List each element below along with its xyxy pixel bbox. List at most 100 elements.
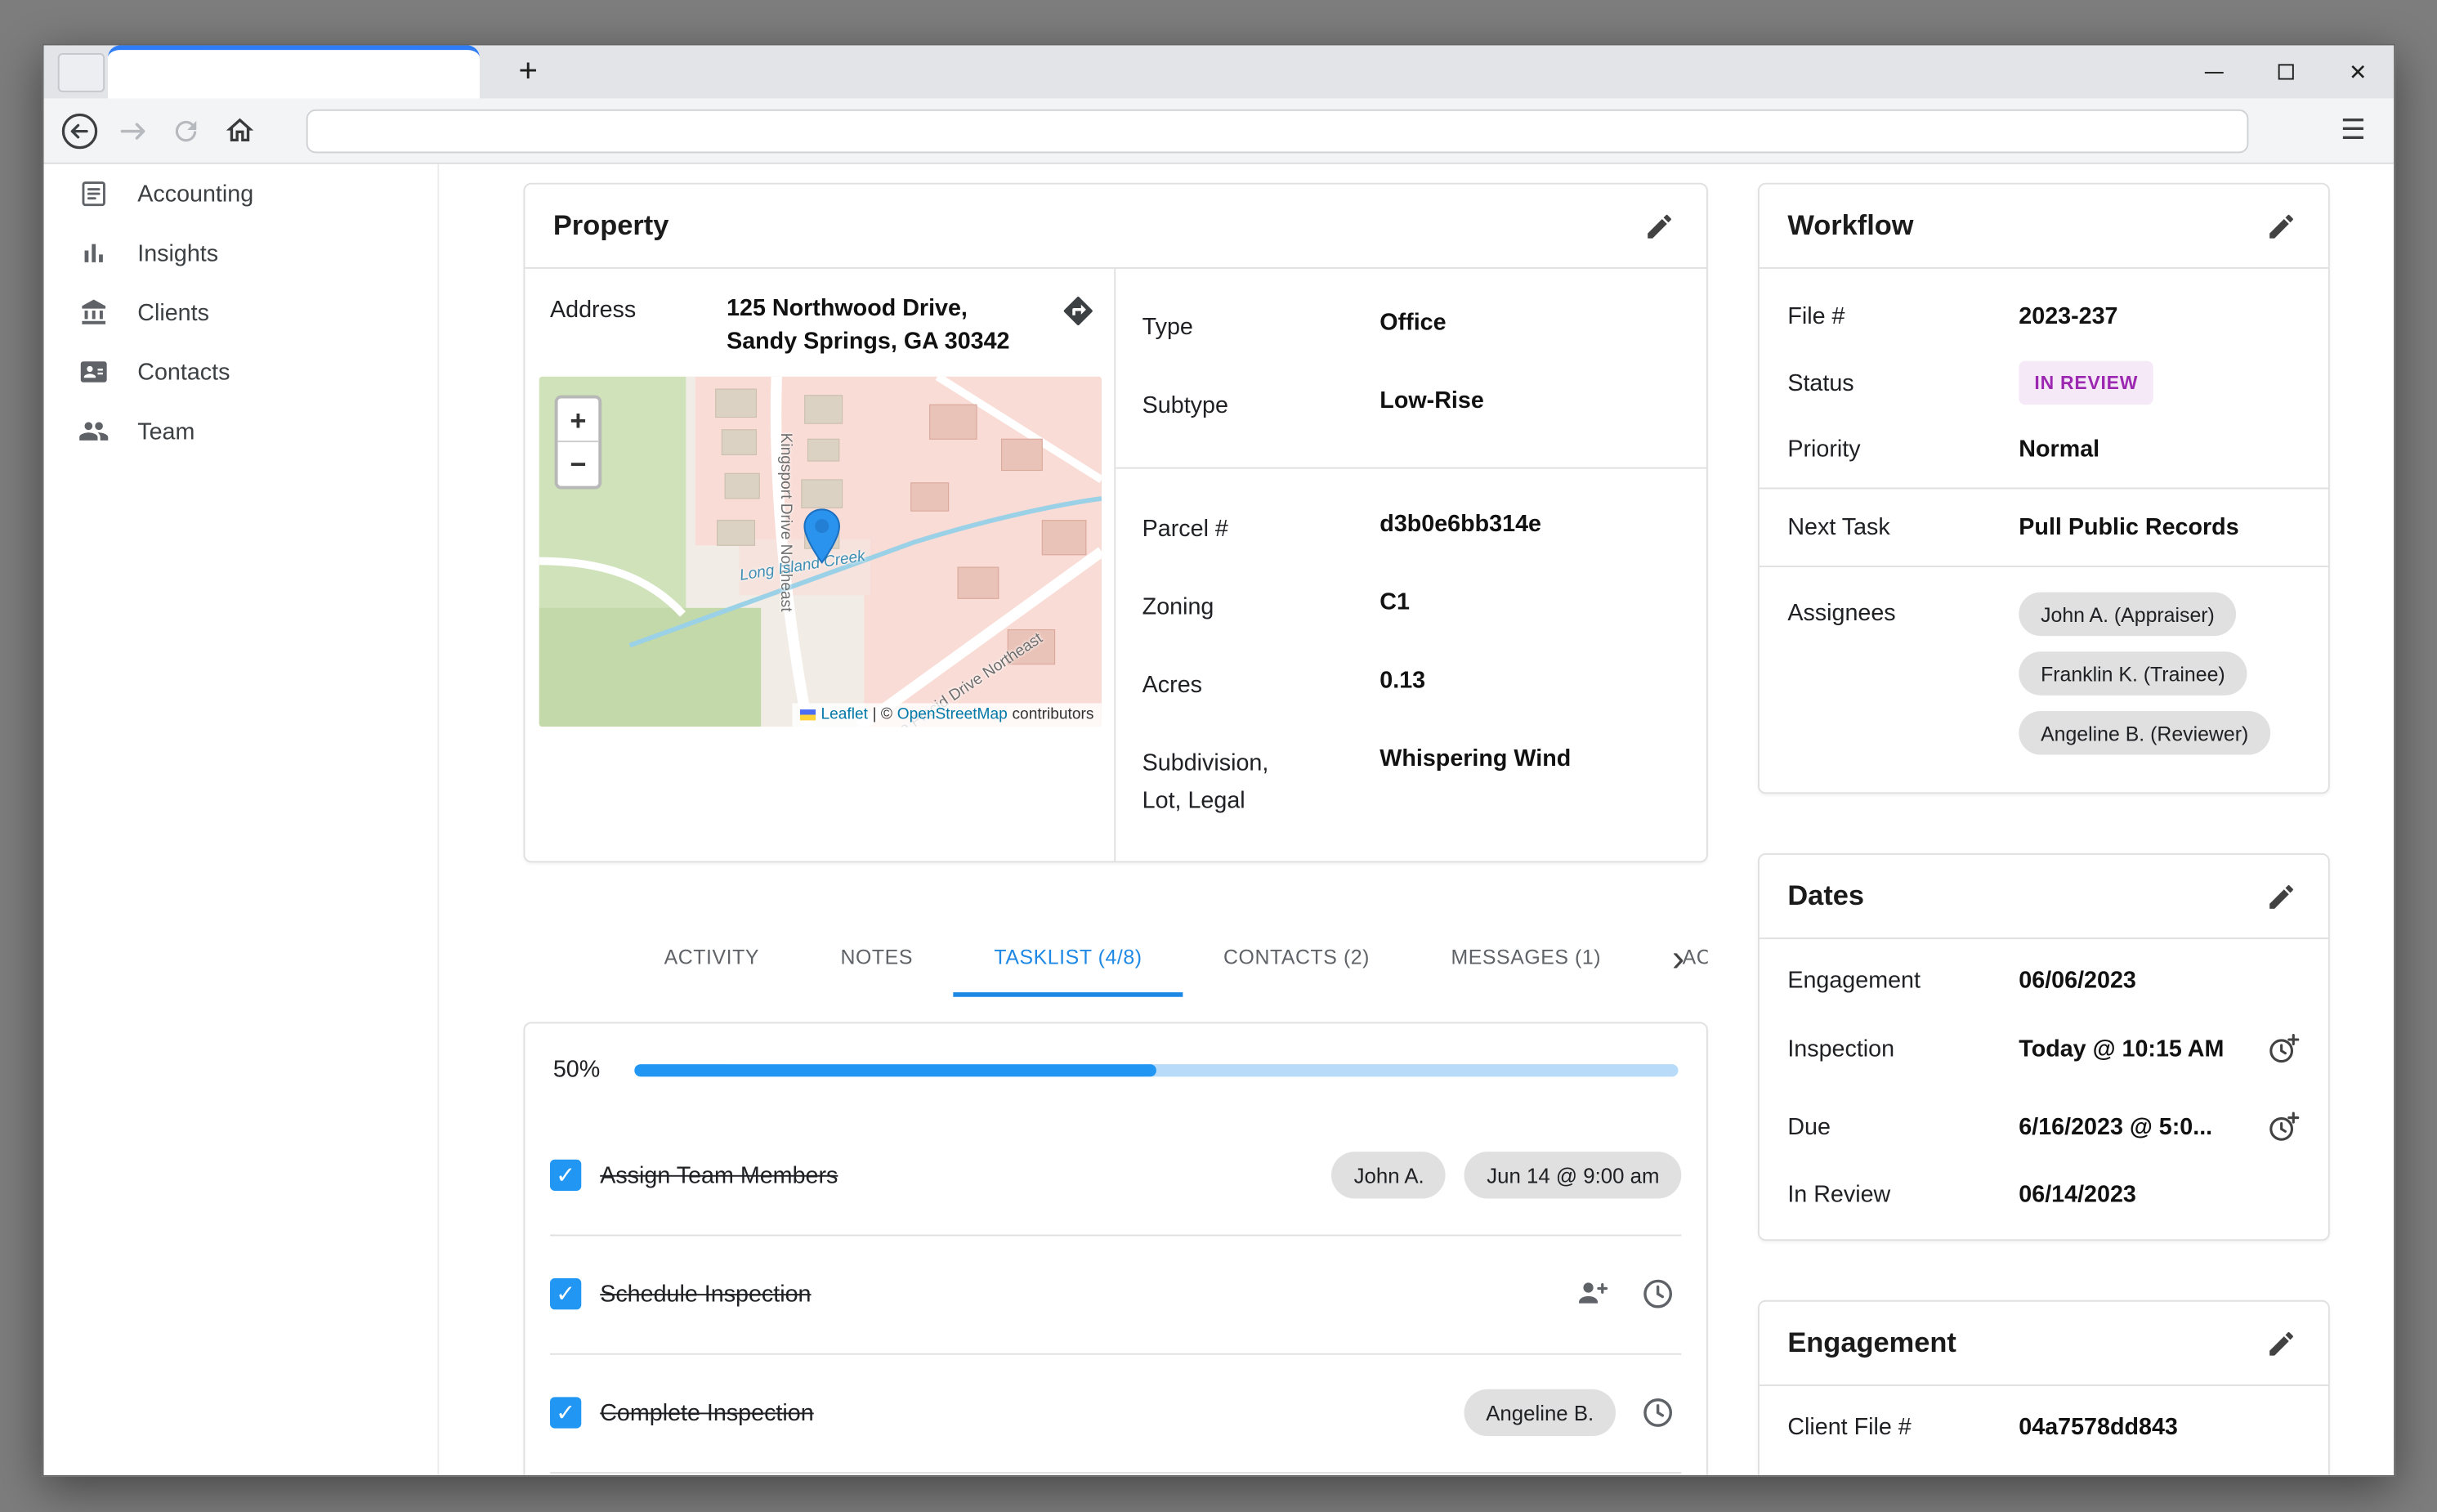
workflow-assignees-row: Assignees John A. (Appraiser) Franklin K…	[1760, 577, 2328, 771]
pencil-icon	[2265, 880, 2296, 911]
openstreetmap-link[interactable]: OpenStreetMap	[897, 707, 1008, 724]
tab-notes[interactable]: NOTES	[800, 922, 954, 997]
forward-button[interactable]	[106, 104, 159, 157]
window-controls: ✕	[2178, 45, 2394, 98]
menu-button[interactable]: ☰	[2328, 105, 2378, 155]
maximize-button[interactable]	[2250, 45, 2322, 98]
map-zoom-in-button[interactable]: +	[558, 399, 599, 443]
workflow-file-row: File # 2023-237	[1760, 278, 2328, 345]
add-due-time-button[interactable]	[1634, 1271, 1681, 1317]
task-row-complete-inspection: Complete Inspection Angeline B.	[550, 1354, 1681, 1473]
sidebar-item-label: Contacts	[137, 359, 230, 386]
new-tab-button[interactable]: +	[506, 50, 550, 94]
field-row-subdivision: Subdivision, Lot, Legal Whispering Wind	[1116, 746, 1706, 819]
task-checkbox[interactable]	[550, 1278, 581, 1309]
workflow-next-task-row: Next Task Pull Public Records	[1760, 499, 2328, 557]
assignee-chip[interactable]: Angeline B. (Reviewer)	[2019, 711, 2270, 755]
progress-percent-label: 50%	[553, 1057, 600, 1084]
engagement-client-row: Client Charles Schwab Co...	[1760, 1456, 2328, 1477]
dates-in-review-row: In Review 06/14/2023	[1760, 1165, 2328, 1223]
ledger-icon	[78, 178, 110, 209]
assignee-chip[interactable]: John A. (Appraiser)	[2019, 593, 2236, 637]
ukraine-flag-icon	[801, 710, 816, 721]
tab-messages[interactable]: MESSAGES (1)	[1411, 922, 1642, 997]
dates-card: Dates Engagement 06/06/2023 Inspection T…	[1758, 853, 2330, 1241]
edit-workflow-button[interactable]	[2263, 207, 2301, 244]
address-label: Address	[550, 293, 727, 323]
sidebar: Accounting Insights Clients	[44, 164, 440, 1477]
add-assignee-button[interactable]	[1569, 1271, 1616, 1317]
add-time-button[interactable]	[2260, 1103, 2306, 1150]
dates-inspection-row: Inspection Today @ 10:15 AM	[1760, 1009, 2328, 1088]
workflow-status-row: Status IN REVIEW	[1760, 346, 2328, 421]
person-add-icon	[1573, 1276, 1611, 1313]
sidebar-item-label: Insights	[137, 239, 218, 266]
browser-tab-strip: + ✕	[44, 45, 2395, 98]
dates-engagement-row: Engagement 06/06/2023	[1760, 951, 2328, 1009]
reload-icon	[170, 115, 201, 146]
map[interactable]: Kingsport Drive Northeast Lake Placid Dr…	[539, 378, 1102, 727]
back-button[interactable]	[53, 104, 106, 157]
sidebar-item-clients[interactable]: Clients	[44, 283, 438, 342]
workflow-card-title: Workflow	[1787, 209, 1913, 242]
leaflet-link[interactable]: Leaflet	[821, 707, 867, 724]
address-value: 125 Northwood Drive, Sandy Springs, GA 3…	[727, 293, 1047, 358]
field-row-parcel: Parcel # d3b0e6bb314e	[1116, 510, 1706, 546]
section-tabs: ACTIVITY NOTES TASKLIST (4/8) CONTACTS (…	[524, 922, 1708, 997]
dates-card-title: Dates	[1787, 879, 1864, 912]
address-bar[interactable]	[306, 109, 2249, 153]
add-time-button[interactable]	[2260, 1025, 2306, 1071]
assignee-chip[interactable]: Franklin K. (Trainee)	[2019, 651, 2247, 696]
add-due-time-button[interactable]	[1634, 1389, 1681, 1436]
dates-due-row: Due 6/16/2023 @ 5:0...	[1760, 1088, 2328, 1166]
directions-button[interactable]	[1059, 293, 1097, 331]
right-column: Workflow File # 2023-237 Status IN REVIE…	[1758, 183, 2330, 1477]
assignee-chip[interactable]: Angeline B.	[1464, 1389, 1616, 1436]
clock-icon	[1639, 1276, 1677, 1313]
task-label: Assign Team Members	[600, 1162, 838, 1189]
pencil-icon	[2265, 1327, 2296, 1358]
directions-icon	[1061, 293, 1095, 328]
map-zoom-out-button[interactable]: −	[558, 443, 599, 487]
home-button[interactable]	[212, 104, 266, 157]
edit-property-button[interactable]	[1641, 207, 1679, 244]
workflow-priority-row: Priority Normal	[1760, 420, 2328, 478]
clock-plus-icon	[2265, 1109, 2301, 1145]
tab-contacts[interactable]: CONTACTS (2)	[1183, 922, 1410, 997]
property-card-title: Property	[553, 209, 669, 242]
people-icon	[78, 416, 110, 447]
sidebar-item-contacts[interactable]: Contacts	[44, 342, 438, 402]
progress-bar	[634, 1064, 1678, 1076]
browser-tab[interactable]	[108, 45, 480, 98]
tab-activity[interactable]: ACTIVITY	[624, 922, 800, 997]
sidebar-item-team[interactable]: Team	[44, 401, 438, 461]
engagement-client-file-row: Client File # 04a7578dd843	[1760, 1398, 2328, 1456]
sidebar-item-label: Clients	[137, 299, 209, 326]
task-checkbox[interactable]	[550, 1398, 581, 1429]
edit-engagement-button[interactable]	[2263, 1324, 2301, 1362]
minimize-button[interactable]	[2178, 45, 2250, 98]
bar-chart-icon	[78, 238, 110, 269]
bank-icon	[78, 297, 110, 328]
due-date-chip[interactable]: Jun 14 @ 9:00 am	[1464, 1152, 1681, 1199]
tab-tasklist[interactable]: TASKLIST (4/8)	[954, 922, 1183, 997]
home-icon	[222, 114, 255, 147]
assignee-chip[interactable]: John A.	[1332, 1152, 1447, 1199]
chevron-right-icon[interactable]: ›	[1658, 922, 1699, 997]
pencil-icon	[2265, 210, 2296, 241]
sidebar-item-insights[interactable]: Insights	[44, 223, 438, 283]
task-row-assign-team-members: Assign Team Members John A. Jun 14 @ 9:0…	[550, 1117, 1681, 1236]
task-label: Complete Inspection	[600, 1400, 813, 1427]
engagement-card-title: Engagement	[1787, 1326, 1956, 1359]
task-row-pull-public-records: Pull Public Records John A. Jun 15 @ 1:4…	[550, 1474, 1681, 1477]
edit-dates-button[interactable]	[2263, 878, 2301, 915]
engagement-card: Engagement Client File # 04a7578dd843 Cl…	[1758, 1300, 2330, 1477]
attribution-separator: | ©	[873, 707, 892, 724]
task-row-schedule-inspection: Schedule Inspection	[550, 1236, 1681, 1354]
tab-search-button[interactable]	[58, 53, 105, 92]
reload-button[interactable]	[159, 104, 212, 157]
close-button[interactable]: ✕	[2322, 45, 2394, 98]
sidebar-item-accounting[interactable]: Accounting	[44, 164, 438, 224]
divider	[1116, 467, 1706, 468]
task-checkbox[interactable]	[550, 1160, 581, 1191]
